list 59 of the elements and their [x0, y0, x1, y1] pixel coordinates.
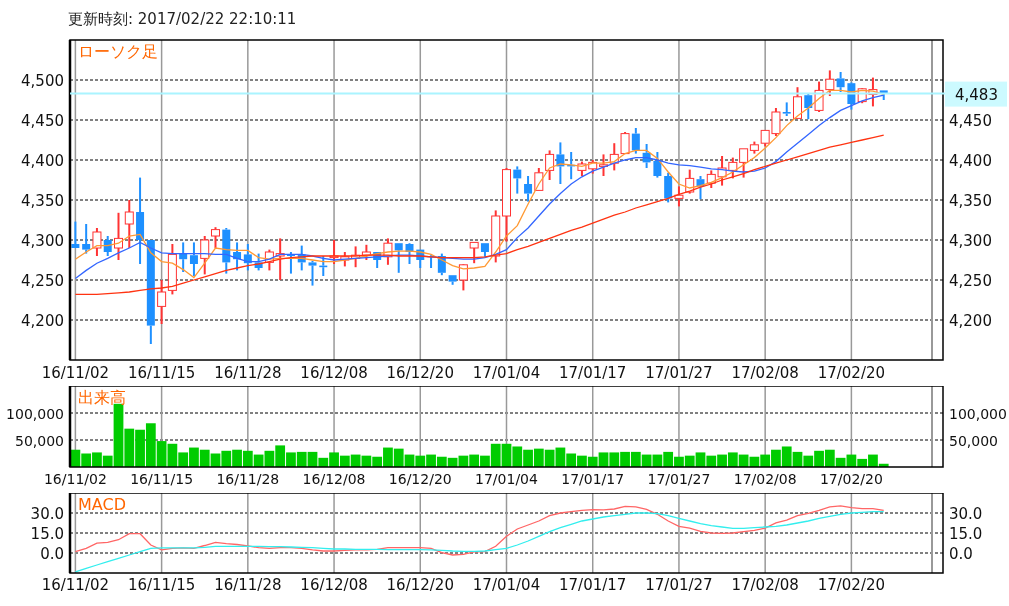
date-label: 16/11/15 — [130, 471, 194, 487]
date-label: 17/01/04 — [472, 364, 541, 382]
axis-label: 0.0 — [40, 545, 64, 563]
date-label: 17/02/20 — [817, 576, 886, 594]
date-label: 16/11/02 — [41, 576, 110, 594]
chart-title: 出来高 — [78, 388, 126, 407]
axis-label: 4,450 — [21, 112, 64, 130]
date-label: 17/01/17 — [559, 364, 627, 382]
date-label: 16/11/02 — [41, 364, 110, 382]
date-label: 16/11/28 — [216, 471, 280, 487]
axis-label: 4,350 — [949, 192, 992, 210]
date-label: 17/01/17 — [561, 471, 625, 487]
axis-label: 30.0 — [949, 505, 983, 523]
axis-label: 4,400 — [949, 152, 992, 170]
date-label: 16/12/20 — [388, 471, 452, 487]
date-label: 16/12/20 — [386, 576, 454, 594]
date-label: 16/11/28 — [214, 364, 282, 382]
axis-label: 30.0 — [30, 505, 64, 523]
date-label: 17/01/27 — [647, 471, 711, 487]
date-label: 16/12/08 — [300, 364, 368, 382]
date-label: 16/12/08 — [300, 576, 368, 594]
axis-label: 4,500 — [21, 72, 64, 90]
axis-label: 4,400 — [21, 152, 64, 170]
axis-label: 4,300 — [21, 232, 64, 250]
date-label: 16/11/28 — [214, 576, 282, 594]
update-time: 更新時刻: 2017/02/22 22:10:11 — [68, 9, 297, 29]
date-label: 17/02/20 — [819, 471, 883, 487]
axis-label: 50,000 — [949, 433, 998, 449]
price-label: 4,483 — [945, 81, 1007, 107]
date-label: 17/02/20 — [817, 364, 886, 382]
axis-label: 4,450 — [949, 112, 992, 130]
date-label: 16/12/20 — [386, 364, 454, 382]
date-label: 17/01/17 — [559, 576, 627, 594]
axis-label: 4,250 — [21, 272, 64, 290]
date-label: 17/02/08 — [731, 576, 799, 594]
date-label: 17/01/27 — [645, 576, 713, 594]
date-label: 17/01/04 — [472, 576, 541, 594]
date-label: 16/12/08 — [302, 471, 366, 487]
axis-label: 4,200 — [21, 312, 64, 330]
axis-label: 4,350 — [21, 192, 64, 210]
date-label: 16/11/15 — [127, 576, 196, 594]
axis-label: 4,300 — [949, 232, 992, 250]
chart-title: MACD — [78, 495, 126, 514]
axis-label: 100,000 — [949, 406, 1007, 422]
axis-label: 15.0 — [30, 525, 64, 543]
date-label: 17/01/04 — [475, 471, 538, 487]
axis-label: 4,200 — [949, 312, 992, 330]
axis-label: 50,000 — [15, 433, 64, 449]
date-label: 16/11/02 — [43, 471, 107, 487]
ref-line-label: 4,483 — [955, 85, 998, 104]
axis-label: 0.0 — [949, 545, 973, 563]
date-label: 17/01/27 — [645, 364, 713, 382]
date-label: 17/02/08 — [733, 471, 797, 487]
axis-label: 15.0 — [949, 525, 983, 543]
date-label: 16/11/15 — [127, 364, 196, 382]
date-label: 17/02/08 — [731, 364, 799, 382]
chart-title: ローソク足 — [78, 42, 158, 61]
axis-label: 4,250 — [949, 272, 992, 290]
axis-label: 100,000 — [6, 406, 64, 422]
